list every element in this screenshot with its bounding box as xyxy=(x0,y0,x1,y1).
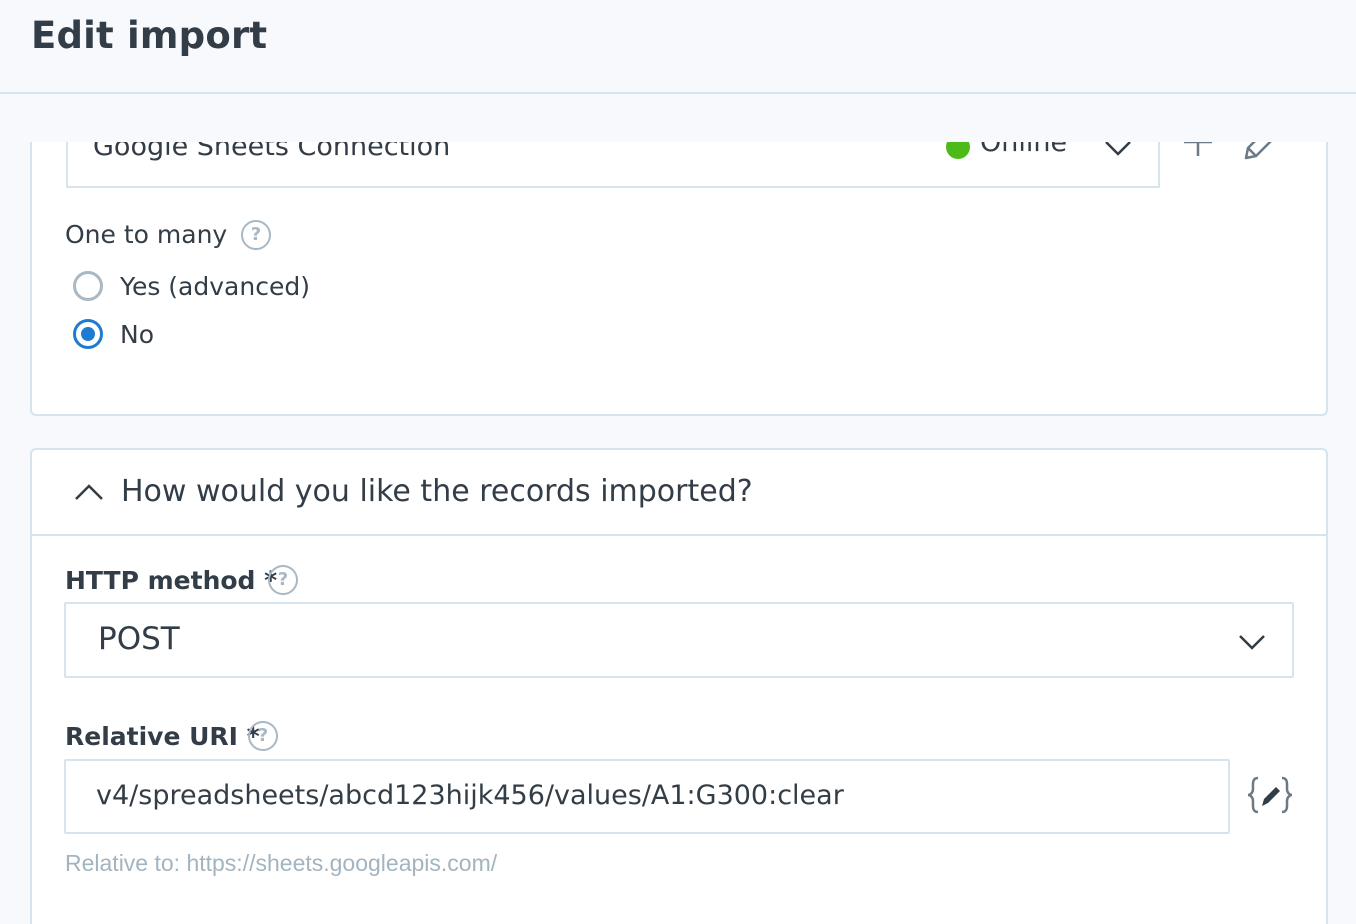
pencil-icon[interactable] xyxy=(1240,142,1284,164)
radio-no[interactable] xyxy=(73,319,103,349)
radio-yes-advanced[interactable] xyxy=(73,271,103,301)
radio-label-yes: Yes (advanced) xyxy=(120,272,310,301)
section-title: How would you like the records imported? xyxy=(121,474,753,509)
connection-status: Online xyxy=(980,142,1068,158)
connection-card: Google Sheets Connection Online One to m… xyxy=(30,142,1328,416)
one-to-many-label: One to many xyxy=(65,220,228,249)
radio-label-no: No xyxy=(120,320,154,349)
help-icon[interactable]: ? xyxy=(241,220,271,250)
form-scroll-area[interactable]: Google Sheets Connection Online One to m… xyxy=(0,142,1356,924)
section-header[interactable]: How would you like the records imported? xyxy=(32,450,1326,536)
chevron-up-icon[interactable] xyxy=(74,482,104,502)
connection-select[interactable]: Google Sheets Connection Online xyxy=(66,142,1160,188)
help-icon[interactable]: ? xyxy=(248,721,278,751)
relative-uri-value: v4/spreadsheets/abcd123hijk456/values/A1… xyxy=(96,780,844,811)
help-icon[interactable]: ? xyxy=(268,565,298,595)
connection-name: Google Sheets Connection xyxy=(93,142,451,162)
http-method-value: POST xyxy=(98,621,180,657)
chevron-down-icon[interactable] xyxy=(1238,628,1266,656)
records-import-card: How would you like the records imported?… xyxy=(30,448,1328,924)
online-status-dot xyxy=(946,142,970,159)
plus-icon[interactable] xyxy=(1182,142,1214,158)
relative-uri-input[interactable]: v4/spreadsheets/abcd123hijk456/values/A1… xyxy=(64,759,1230,834)
http-method-select[interactable]: POST xyxy=(64,602,1294,678)
http-method-label: HTTP method * xyxy=(65,566,278,595)
relative-uri-hint: Relative to: https://sheets.googleapis.c… xyxy=(65,850,498,876)
handlebars-editor-icon[interactable] xyxy=(1246,776,1294,814)
relative-uri-label: Relative URI * xyxy=(65,722,260,751)
chevron-down-icon[interactable] xyxy=(1104,142,1132,162)
page-header: Edit import xyxy=(0,0,1356,94)
page-title: Edit import xyxy=(31,14,268,57)
